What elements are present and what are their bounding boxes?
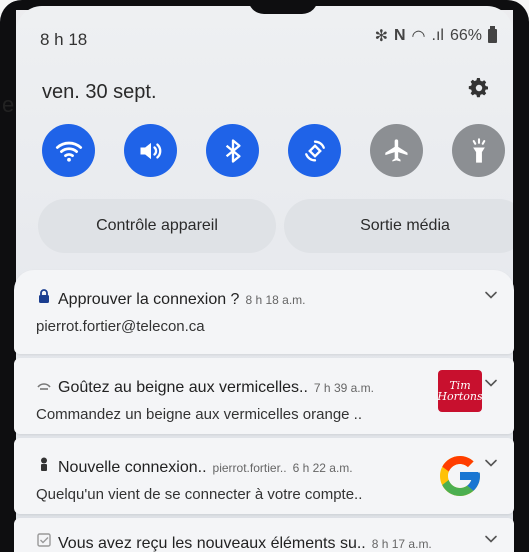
checkbox-icon xyxy=(37,533,51,547)
wifi-toggle[interactable] xyxy=(42,124,95,177)
chevron-down-icon[interactable] xyxy=(484,456,498,470)
tim-hortons-logo-line2: Hortons xyxy=(437,390,483,403)
notification-new-items[interactable]: Vous avez reçu les nouveaux éléments su.… xyxy=(14,518,514,552)
quick-settings-toggles xyxy=(42,124,505,177)
notification-title: Approuver la connexion ? xyxy=(58,291,240,308)
wifi-icon xyxy=(55,141,82,162)
status-time: 8 h 18 xyxy=(40,30,88,49)
rotate-icon xyxy=(304,139,325,162)
background-text-fragment: e xyxy=(2,92,15,117)
sound-toggle[interactable] xyxy=(124,124,177,177)
battery-level: 66% xyxy=(449,27,482,44)
media-output-button[interactable]: Sortie média xyxy=(284,199,513,253)
user-icon xyxy=(41,457,47,471)
notification-new-login[interactable]: Nouvelle connexion.. pierrot.fortier.. 6… xyxy=(14,438,514,514)
chevron-down-icon[interactable] xyxy=(484,288,498,302)
tim-hortons-app-icon xyxy=(37,383,51,390)
notification-approve-login[interactable]: Approuver la connexion ? 8 h 18 a.m. pie… xyxy=(14,270,514,354)
notification-body: pierrot.fortier@telecon.ca xyxy=(36,318,205,335)
notification-title: Nouvelle connexion.. xyxy=(58,459,207,476)
flashlight-toggle[interactable] xyxy=(452,124,505,177)
notification-title: Goûtez au beigne aux vermicelles.. xyxy=(58,379,308,396)
bluetooth-status-icon: ✻ xyxy=(374,28,388,45)
status-icons: ✻ N ◠ .ıl 66% xyxy=(375,26,497,46)
bezel-right xyxy=(513,0,529,552)
notification-title: Vous avez reçu les nouveaux éléments su.… xyxy=(58,535,366,552)
airplane-icon xyxy=(384,138,407,161)
gear-icon[interactable] xyxy=(467,76,491,100)
date-label: ven. 30 sept. xyxy=(42,81,157,103)
phone-frame: 8 h 18 ✻ N ◠ .ıl 66% ven. 30 sept. Contr… xyxy=(0,0,529,552)
airplane-mode-toggle[interactable] xyxy=(370,124,423,177)
google-logo xyxy=(440,456,480,496)
flashlight-icon xyxy=(472,137,485,163)
tim-hortons-logo: Tim Hortons xyxy=(437,370,483,412)
lock-icon xyxy=(39,289,49,303)
notification-time: 6 h 22 a.m. xyxy=(292,461,353,475)
chevron-down-icon[interactable] xyxy=(484,376,498,390)
notification-sender: pierrot.fortier.. xyxy=(212,461,287,475)
notification-tim-hortons[interactable]: Goûtez au beigne aux vermicelles.. 7 h 3… xyxy=(14,358,514,434)
auto-rotate-toggle[interactable] xyxy=(288,124,341,177)
notification-time: 7 h 39 a.m. xyxy=(313,381,374,395)
signal-icon: .ıl xyxy=(431,27,444,44)
camera-notch xyxy=(248,6,318,14)
speaker-icon xyxy=(140,142,161,159)
bluetooth-icon xyxy=(225,138,241,163)
wifi-status-icon: ◠ xyxy=(411,28,426,45)
media-output-label: Sortie média xyxy=(360,217,450,234)
chevron-down-icon[interactable] xyxy=(484,532,498,546)
bluetooth-toggle[interactable] xyxy=(206,124,259,177)
nfc-icon: N xyxy=(393,27,406,44)
battery-icon xyxy=(488,26,497,43)
notification-body: Quelqu'un vient de se connecter à votre … xyxy=(36,486,363,503)
device-control-button[interactable]: Contrôle appareil xyxy=(38,199,276,253)
device-control-label: Contrôle appareil xyxy=(96,217,218,234)
notification-body: Commandez un beigne aux vermicelles oran… xyxy=(36,406,363,423)
notification-time: 8 h 17 a.m. xyxy=(371,537,432,551)
notification-time: 8 h 18 a.m. xyxy=(245,293,306,307)
